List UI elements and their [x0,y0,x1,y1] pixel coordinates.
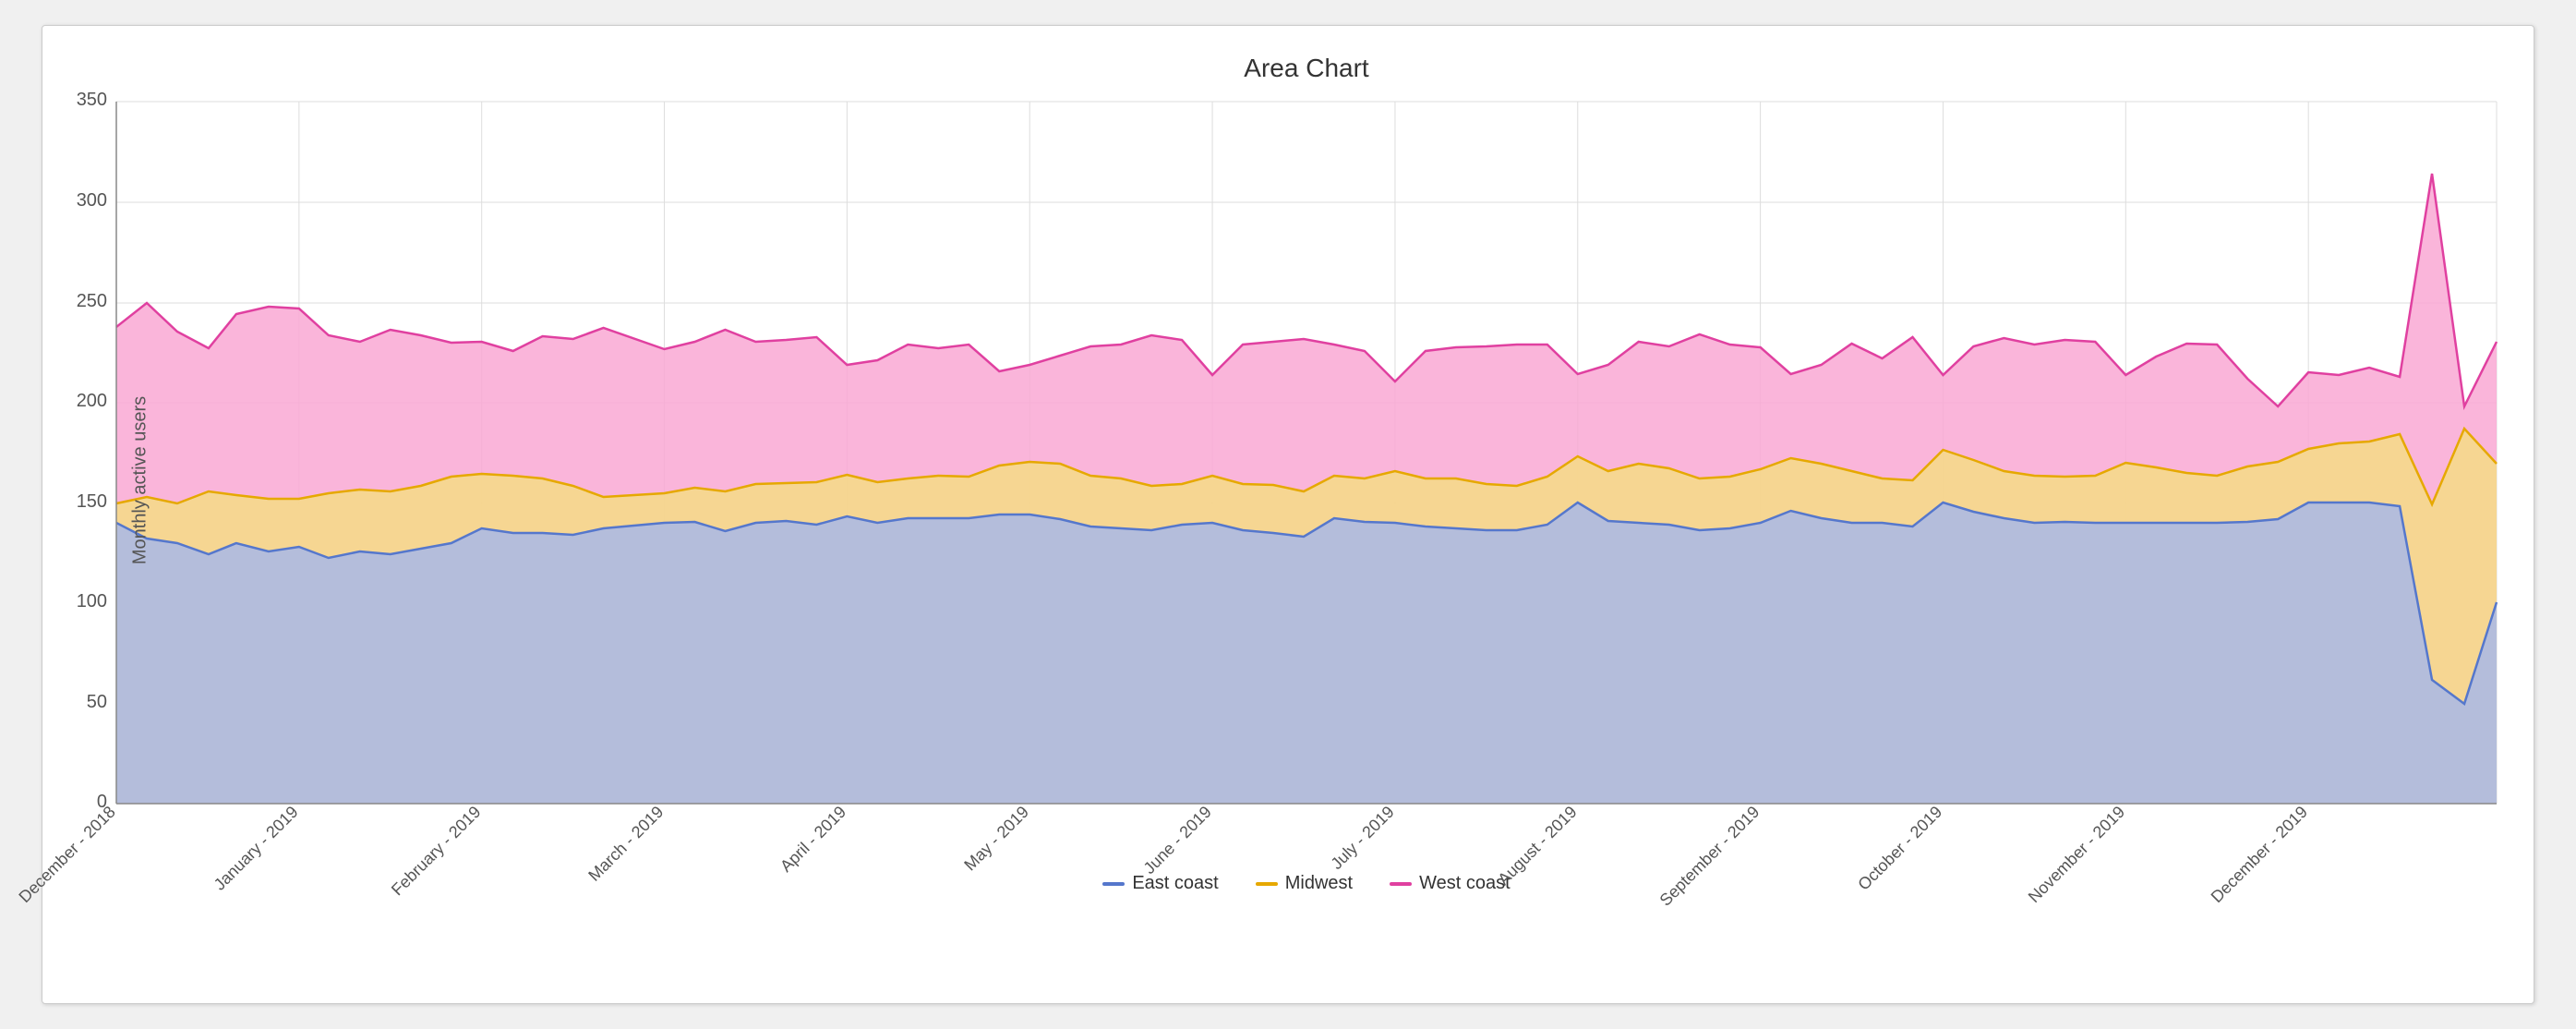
svg-text:250: 250 [77,291,107,311]
svg-text:April - 2019: April - 2019 [776,803,849,876]
svg-text:150: 150 [77,491,107,512]
svg-text:June - 2019: June - 2019 [1140,803,1215,878]
svg-text:300: 300 [77,190,107,211]
legend-east-coast: East coast [1102,873,1218,894]
legend-east-coast-label: East coast [1132,873,1218,894]
svg-text:100: 100 [77,591,107,611]
legend-midwest: Midwest [1256,873,1353,894]
chart-area: Monthly active users [116,102,2497,859]
main-chart-svg: 0 50 100 150 200 250 300 350 December - … [116,102,2497,859]
legend-west-coast-color [1390,882,1412,886]
svg-text:50: 50 [87,692,107,712]
legend-east-coast-color [1102,882,1125,886]
legend-midwest-color [1256,882,1278,886]
svg-text:July - 2019: July - 2019 [1327,803,1397,873]
svg-text:May - 2019: May - 2019 [960,803,1032,875]
svg-text:December - 2018: December - 2018 [15,803,118,906]
east-coast-area [116,502,2497,804]
legend-west-coast: West coast [1390,873,1511,894]
chart-title: Area Chart [116,54,2497,83]
y-axis-label: Monthly active users [130,396,151,564]
chart-container: Area Chart Monthly active users [42,25,2534,1004]
chart-legend: East coast Midwest West coast [116,873,2497,894]
svg-text:350: 350 [77,90,107,110]
legend-midwest-label: Midwest [1285,873,1353,894]
svg-text:200: 200 [77,391,107,411]
